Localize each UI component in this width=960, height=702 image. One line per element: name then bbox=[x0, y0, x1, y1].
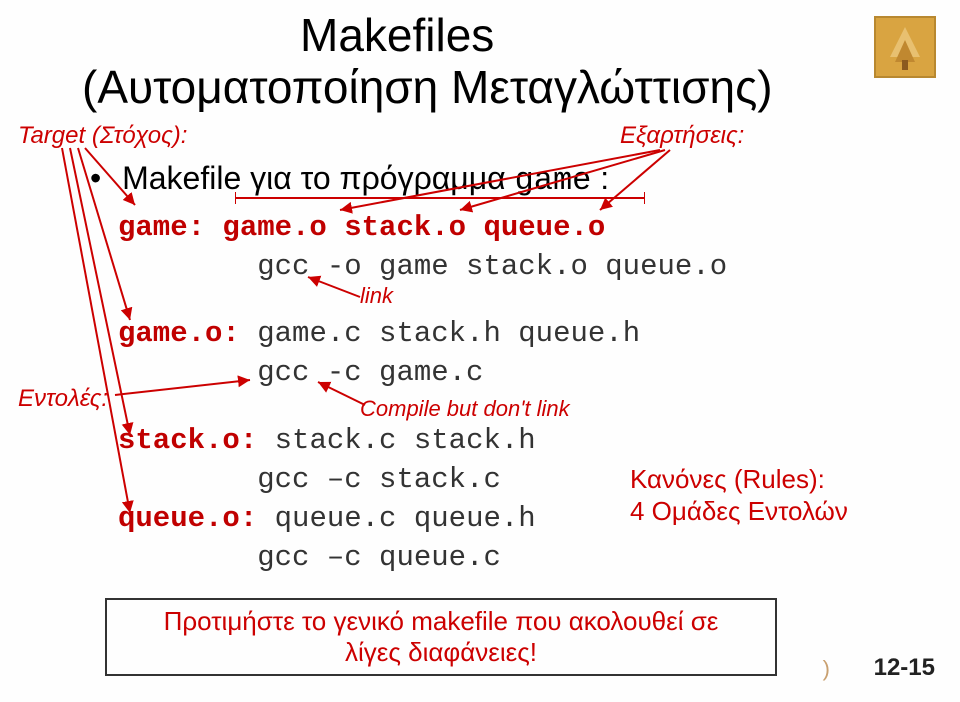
link-annotation: link bbox=[360, 283, 393, 309]
target-label: Target (Στόχος): bbox=[18, 122, 187, 150]
highlight-line1: Προτιμήστε το γενικό makefile που ακολου… bbox=[164, 606, 719, 637]
bullet-makefile: Makefile για το πρόγραμμα game : bbox=[90, 160, 609, 199]
deps-label: Εξαρτήσεις: bbox=[620, 122, 744, 150]
code-line-1: game: game.o stack.o queue.o bbox=[118, 208, 727, 247]
code-line-2: gcc -o game stack.o queue.o bbox=[118, 247, 727, 286]
rules-subtitle: 4 Ομάδες Εντολών bbox=[630, 496, 848, 527]
title-line2: (Αυτοματοποίηση Μεταγλώττισης) bbox=[82, 60, 773, 114]
tree-logo-icon bbox=[870, 12, 940, 82]
bullet-prefix: Makefile για το πρόγραμμα bbox=[122, 160, 514, 196]
bullet-suffix: : bbox=[591, 160, 609, 196]
highlight-line2: λίγες διαφάνειες! bbox=[345, 637, 537, 668]
code-line-4: gcc -c game.c bbox=[118, 353, 727, 392]
highlight-box: Προτιμήστε το γενικό makefile που ακολου… bbox=[105, 598, 777, 676]
compile-annotation: Compile but don't link bbox=[360, 396, 570, 422]
code-line-5: stack.o: stack.c stack.h bbox=[118, 421, 727, 460]
page-number: 12-15 bbox=[874, 654, 935, 682]
rules-title: Κανόνες (Rules): bbox=[630, 464, 825, 495]
title-line1: Makefiles bbox=[300, 8, 494, 62]
commands-label: Εντολές: bbox=[18, 385, 108, 413]
code-gap-1 bbox=[118, 286, 727, 314]
faded-text: ) bbox=[823, 656, 830, 682]
code-line-8: gcc –c queue.c bbox=[118, 538, 727, 577]
code-line-3: game.o: game.c stack.h queue.h bbox=[118, 314, 727, 353]
bullet-prog: game bbox=[515, 162, 592, 199]
